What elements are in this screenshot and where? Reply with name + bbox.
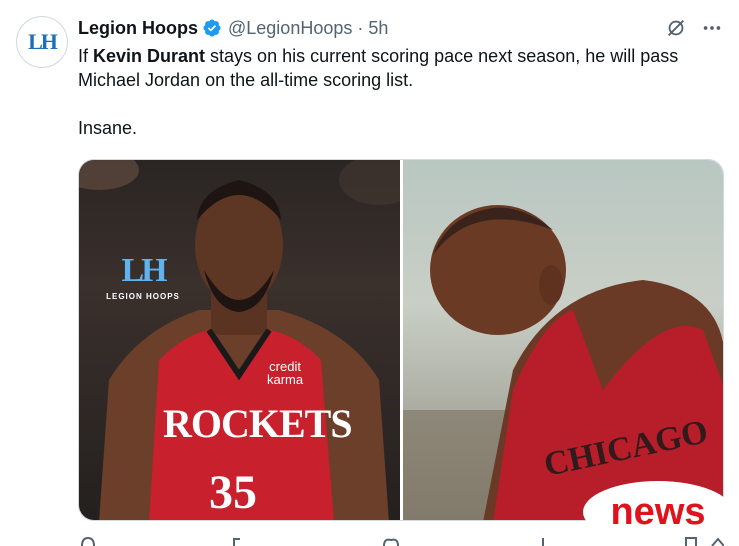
tweet-actions: [78, 536, 724, 546]
watermark-label: LEGION HOOPS: [106, 292, 180, 301]
mention-kevin-durant: Kevin Durant: [93, 46, 206, 66]
photo-jordan[interactable]: CHICAGO: [403, 160, 723, 520]
display-name[interactable]: Legion Hoops: [78, 18, 198, 39]
tweet-header: Legion Hoops @LegionHoops · 5h: [78, 16, 723, 40]
grok-icon[interactable]: [665, 17, 687, 39]
watermark-logo: LH: [121, 252, 167, 289]
more-icon[interactable]: [701, 17, 723, 39]
tweet-text-prefix: If: [78, 46, 94, 66]
sponsor-line-2: karma: [267, 372, 304, 387]
tweet-line-1: If Kevin Durant stays on his current sco…: [78, 44, 728, 92]
views-icon[interactable]: [533, 536, 553, 546]
bookmark-share-icons[interactable]: [684, 536, 724, 546]
reply-icon[interactable]: [78, 536, 98, 546]
tweet-text: If Kevin Durant stays on his current sco…: [78, 44, 728, 140]
news-badge: news: [583, 481, 733, 543]
avatar-logo: LH: [28, 29, 58, 54]
like-icon[interactable]: [381, 536, 401, 546]
photo-durant[interactable]: LH LEGION HOOPS credit karma ROCKETS 35: [79, 160, 400, 520]
legion-hoops-watermark: LH LEGION HOOPS: [103, 252, 183, 301]
verified-badge-icon[interactable]: [202, 18, 222, 38]
handle[interactable]: @LegionHoops: [228, 18, 352, 39]
header-actions: [665, 17, 723, 39]
jersey-sponsor: credit karma: [267, 360, 303, 386]
jersey-number: 35: [209, 466, 257, 519]
tweet-line-2: Insane.: [78, 118, 138, 138]
repost-icon[interactable]: [230, 536, 250, 546]
separator-dot: ·: [357, 17, 364, 38]
tweet-media: LH LEGION HOOPS credit karma ROCKETS 35 …: [78, 159, 724, 521]
jersey-wordmark: ROCKETS: [163, 401, 353, 446]
timestamp[interactable]: 5h: [368, 18, 388, 39]
avatar[interactable]: LH: [16, 16, 68, 68]
news-text: news: [610, 490, 706, 533]
